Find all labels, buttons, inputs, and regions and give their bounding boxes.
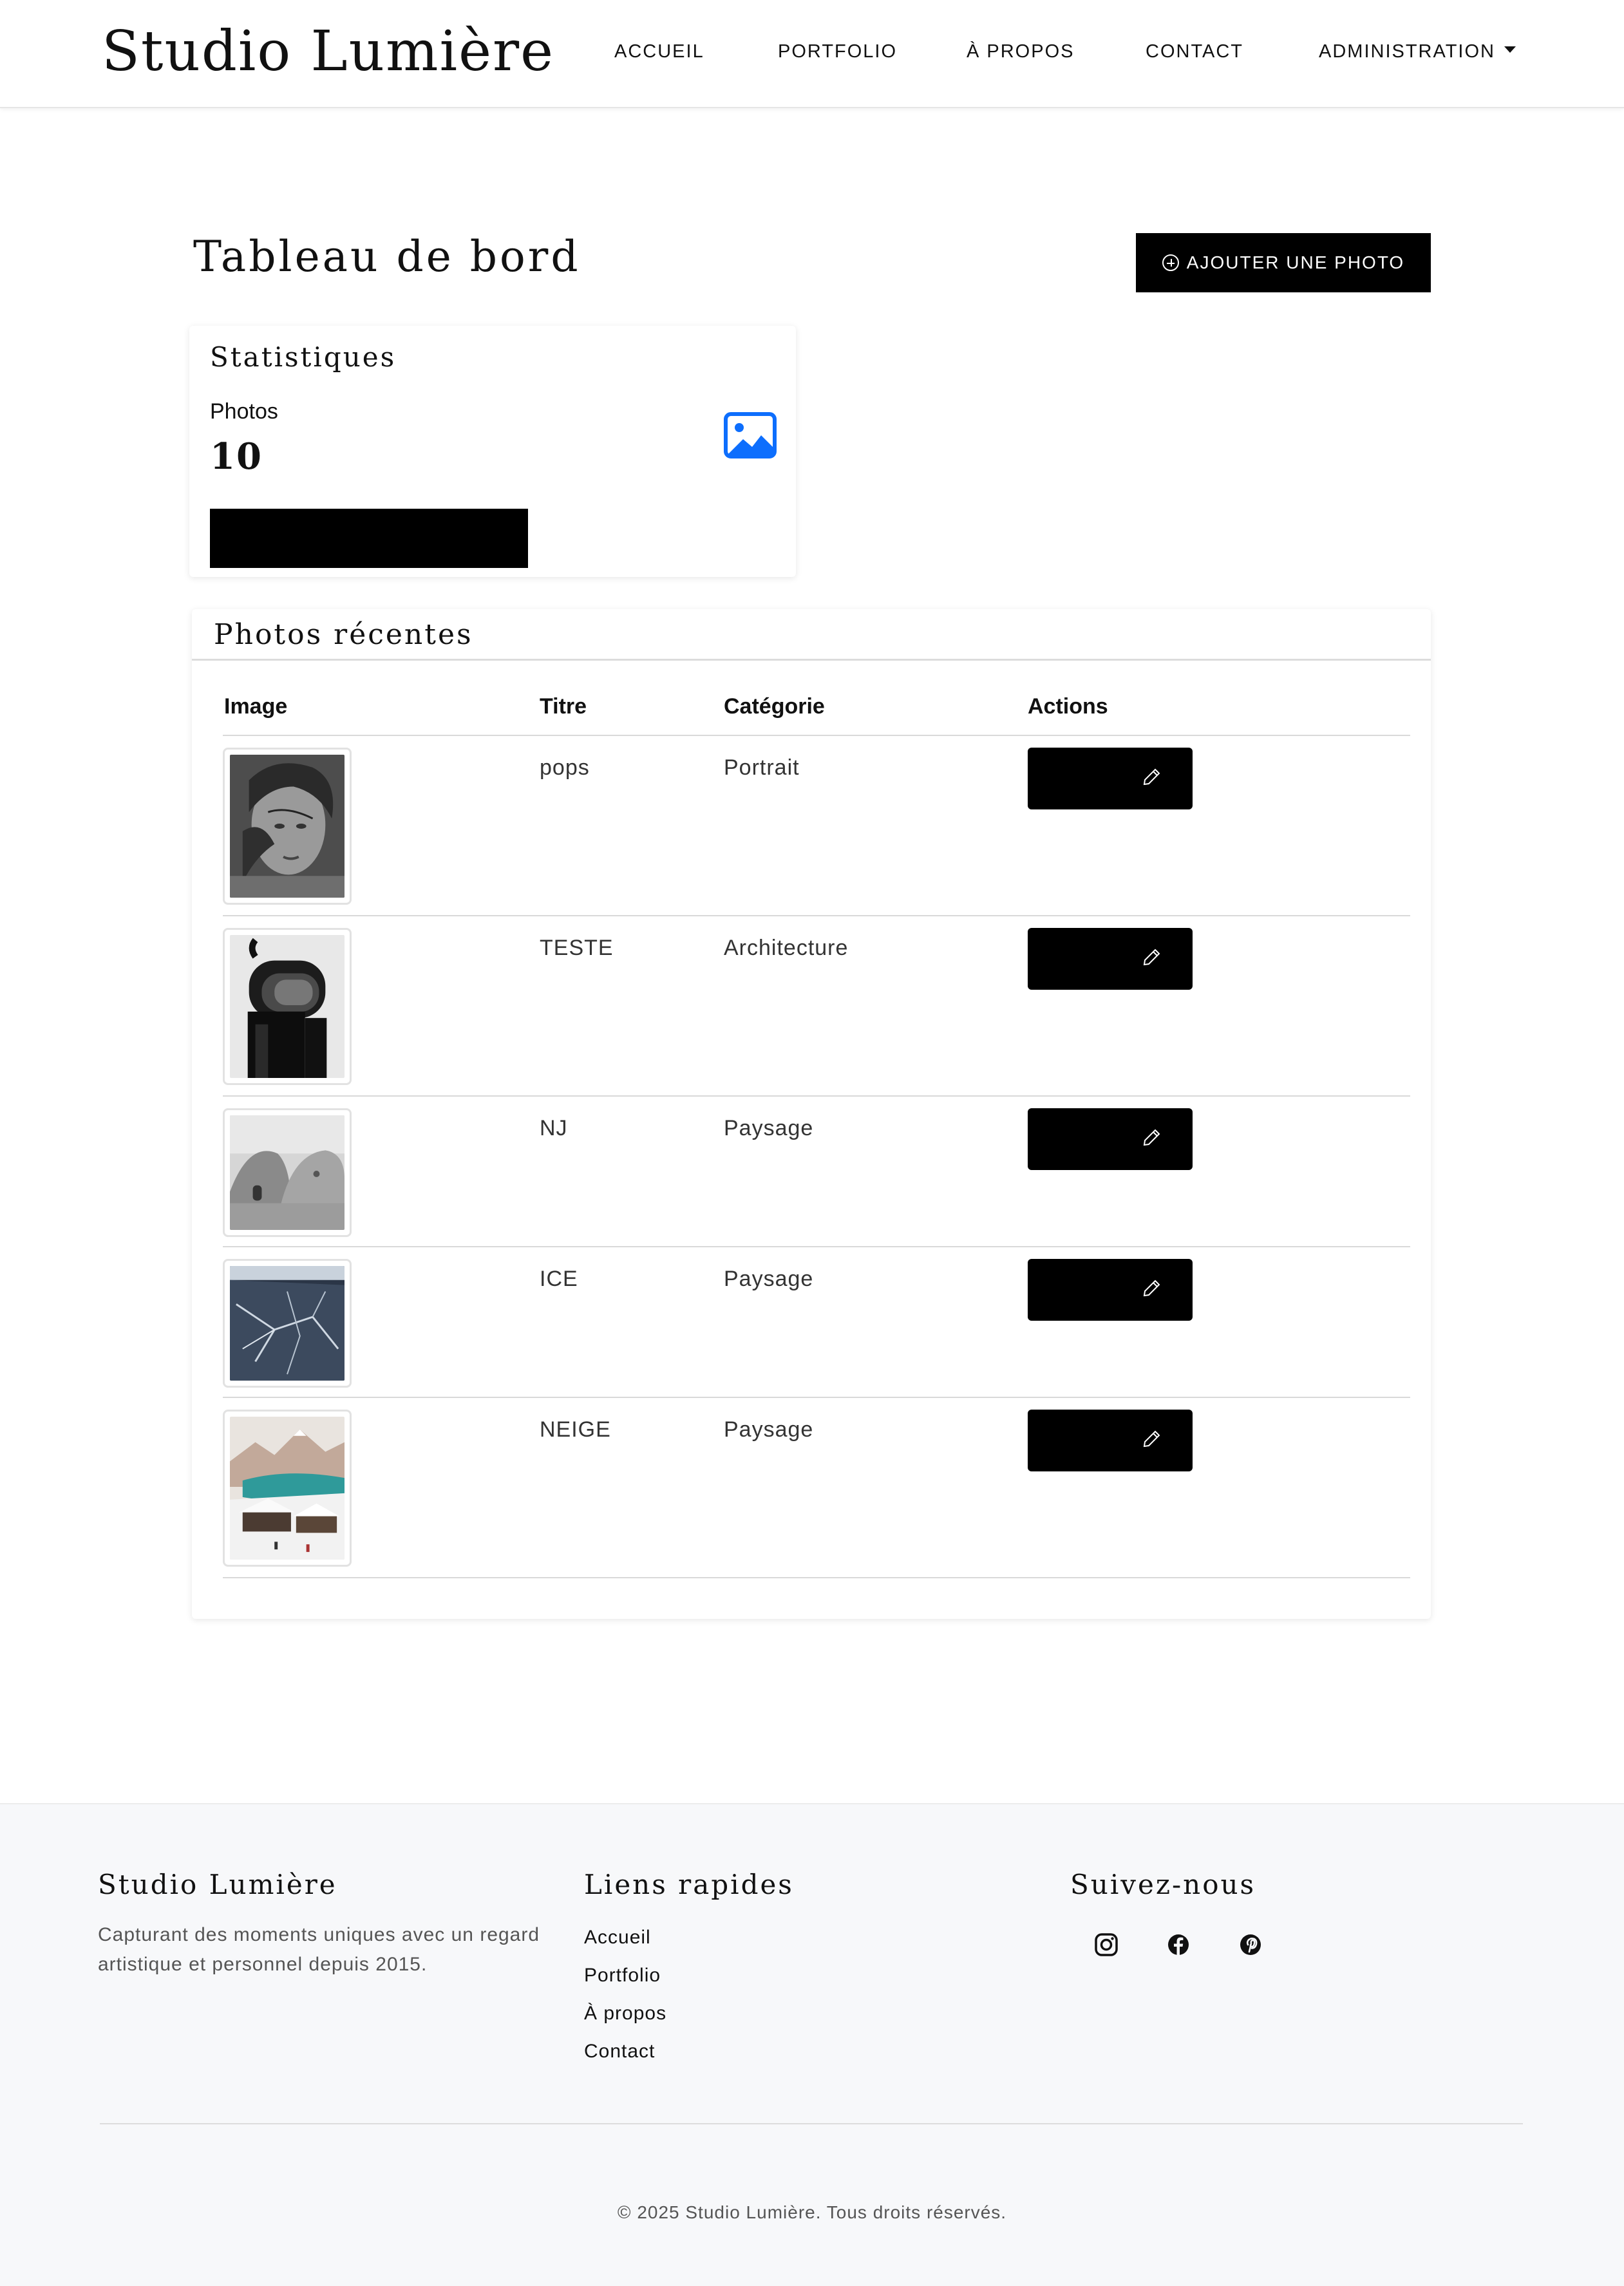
pinterest-icon[interactable] (1236, 1931, 1265, 1959)
photo-category: Paysage (724, 1267, 814, 1291)
image-icon (724, 412, 777, 458)
table-row: pops Portrait (223, 736, 1410, 916)
column-header-image: Image (224, 694, 288, 719)
nav-dropdown-administration[interactable]: ADMINISTRATION (1319, 41, 1516, 62)
footer-divider (100, 2123, 1523, 2124)
footer-link-accueil[interactable]: Accueil (584, 1927, 651, 1949)
photo-thumbnail (223, 1410, 352, 1567)
row-divider (223, 1577, 1410, 1578)
recent-photos-header: Photos récentes (192, 609, 1431, 661)
facebook-icon[interactable] (1164, 1931, 1193, 1959)
edit-button[interactable] (1028, 1259, 1193, 1321)
photo-title: TESTE (540, 936, 614, 960)
table-row: TESTE Architecture (223, 916, 1410, 1097)
footer-copyright: © 2025 Studio Lumière. Tous droits réser… (617, 2202, 1007, 2222)
brand-logo[interactable]: Studio Lumière (102, 19, 554, 84)
footer-links-title: Liens rapides (584, 1869, 794, 1900)
table-row: NEIGE Paysage (223, 1398, 1410, 1578)
column-header-title: Titre (540, 694, 587, 719)
edit-button[interactable] (1028, 748, 1193, 809)
photo-title: pops (540, 755, 590, 780)
stats-label: Photos (210, 399, 278, 424)
stats-card: Statistiques Photos 10 (189, 326, 796, 577)
footer: Studio Lumière Capturant des moments uni… (0, 1803, 1624, 2286)
footer-link-portfolio[interactable]: Portfolio (584, 1965, 661, 1987)
stats-action-button[interactable] (210, 509, 528, 568)
nav-link-accueil[interactable]: ACCUEIL (614, 41, 704, 62)
stats-value: 10 (210, 435, 263, 478)
photo-thumbnail (223, 1259, 352, 1388)
photo-thumbnail (223, 748, 352, 905)
column-header-actions: Actions (1028, 694, 1108, 719)
table-row: NJ Paysage (223, 1097, 1410, 1247)
photo-category: Architecture (724, 936, 849, 960)
add-photo-label: AJOUTER UNE PHOTO (1186, 252, 1405, 272)
column-header-category: Catégorie (724, 694, 825, 719)
photo-title: NEIGE (540, 1417, 611, 1442)
recent-photos-card: Photos récentes Image Titre Catégorie Ac… (192, 609, 1431, 1619)
add-photo-button[interactable]: AJOUTER UNE PHOTO (1136, 233, 1431, 292)
photo-title: NJ (540, 1116, 568, 1140)
instagram-icon[interactable] (1092, 1931, 1120, 1959)
navbar: Studio Lumière ACCUEIL PORTFOLIO À PROPO… (0, 0, 1624, 108)
photo-title: ICE (540, 1267, 578, 1291)
footer-about-title: Studio Lumière (98, 1869, 337, 1900)
pencil-icon (1143, 1129, 1160, 1146)
nav-link-contact[interactable]: CONTACT (1146, 41, 1243, 62)
edit-button[interactable] (1028, 1410, 1193, 1471)
photo-thumbnail (223, 928, 352, 1085)
nav-dropdown-label: ADMINISTRATION (1319, 41, 1495, 62)
footer-link-a-propos[interactable]: À propos (584, 2003, 666, 2025)
recent-photos-title: Photos récentes (214, 618, 473, 651)
plus-circle-icon (1162, 254, 1179, 271)
footer-about-text: Capturant des moments uniques avec un re… (98, 1924, 540, 1975)
caret-down-icon (1504, 46, 1516, 53)
footer-link-contact[interactable]: Contact (584, 2041, 655, 2063)
photo-category: Paysage (724, 1417, 814, 1442)
pencil-icon (1143, 1280, 1160, 1297)
footer-social-title: Suivez-nous (1070, 1869, 1256, 1900)
photo-category: Portrait (724, 755, 800, 780)
nav-link-portfolio[interactable]: PORTFOLIO (778, 41, 897, 62)
edit-button[interactable] (1028, 928, 1193, 990)
photo-thumbnail (223, 1108, 352, 1237)
pencil-icon (1143, 949, 1160, 966)
stats-title: Statistiques (210, 341, 397, 373)
table-row: ICE Paysage (223, 1247, 1410, 1398)
page-title: Tableau de bord (193, 232, 581, 281)
nav-link-a-propos[interactable]: À PROPOS (967, 41, 1075, 62)
pencil-icon (1143, 1430, 1160, 1448)
photo-category: Paysage (724, 1116, 814, 1140)
edit-button[interactable] (1028, 1108, 1193, 1170)
pencil-icon (1143, 768, 1160, 786)
